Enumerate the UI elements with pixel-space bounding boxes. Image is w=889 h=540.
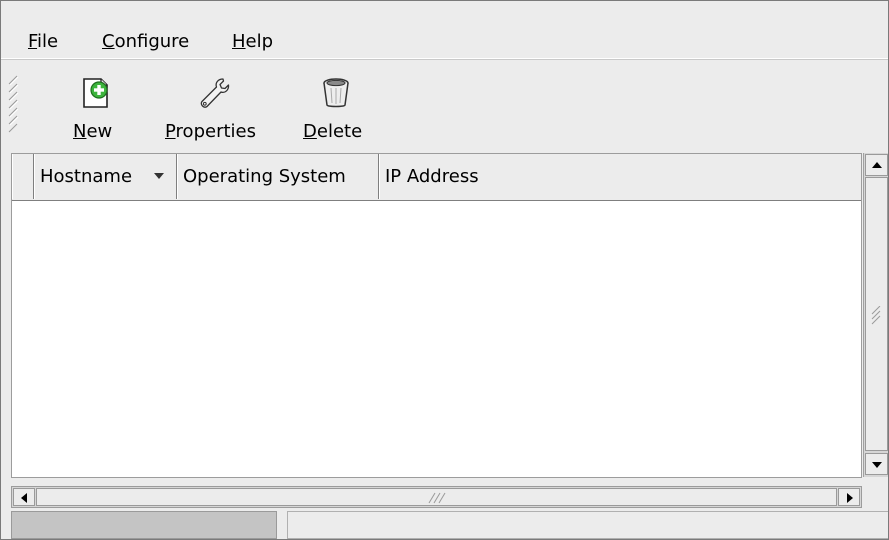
properties-button-label: Properties <box>165 121 256 142</box>
host-list[interactable]: Hostname Operating System IP Address <box>11 153 862 478</box>
vertical-scrollbar[interactable] <box>863 153 888 477</box>
arrow-up-icon <box>872 162 882 168</box>
arrow-right-icon <box>847 493 853 503</box>
column-header-ip-address[interactable]: IP Address <box>379 154 861 199</box>
list-body[interactable] <box>12 201 861 477</box>
sort-descending-icon <box>154 173 164 179</box>
wrench-icon <box>200 78 230 108</box>
delete-button-label: Delete <box>303 121 363 142</box>
arrow-down-icon <box>872 462 882 468</box>
statusbar <box>1 511 888 539</box>
column-header-spacer <box>12 154 34 199</box>
toolbar-grip-handle[interactable] <box>7 70 21 142</box>
status-text <box>287 511 888 539</box>
thumb-grip-icon <box>428 492 446 504</box>
horizontal-scroll-thumb[interactable] <box>36 488 837 506</box>
scroll-down-button[interactable] <box>865 453 888 475</box>
menu-help[interactable]: Help <box>232 31 273 53</box>
list-header: Hostname Operating System IP Address <box>12 154 861 201</box>
scroll-left-button[interactable] <box>13 488 35 506</box>
scroll-up-button[interactable] <box>865 154 888 176</box>
new-button[interactable]: New <box>65 60 129 152</box>
trash-icon <box>323 78 349 108</box>
thumb-grip-icon <box>871 306 881 325</box>
column-header-operating-system[interactable]: Operating System <box>177 154 379 199</box>
horizontal-scrollbar[interactable] <box>11 486 862 508</box>
new-document-icon <box>83 78 108 108</box>
delete-button[interactable]: Delete <box>299 60 377 152</box>
menu-file[interactable]: File <box>28 31 58 53</box>
menubar: File Configure Help <box>1 1 888 60</box>
scroll-right-button[interactable] <box>838 488 860 506</box>
column-header-hostname[interactable]: Hostname <box>34 154 177 199</box>
properties-button[interactable]: Properties <box>159 60 275 152</box>
vertical-scroll-thumb[interactable] <box>865 177 888 451</box>
menu-configure[interactable]: Configure <box>102 31 189 53</box>
new-button-label: New <box>73 121 113 142</box>
status-progress-bar <box>11 511 277 539</box>
app-window: File Configure Help New Properties Delet… <box>0 0 889 540</box>
arrow-left-icon <box>21 493 27 503</box>
toolbar: New Properties Delete <box>1 60 888 152</box>
